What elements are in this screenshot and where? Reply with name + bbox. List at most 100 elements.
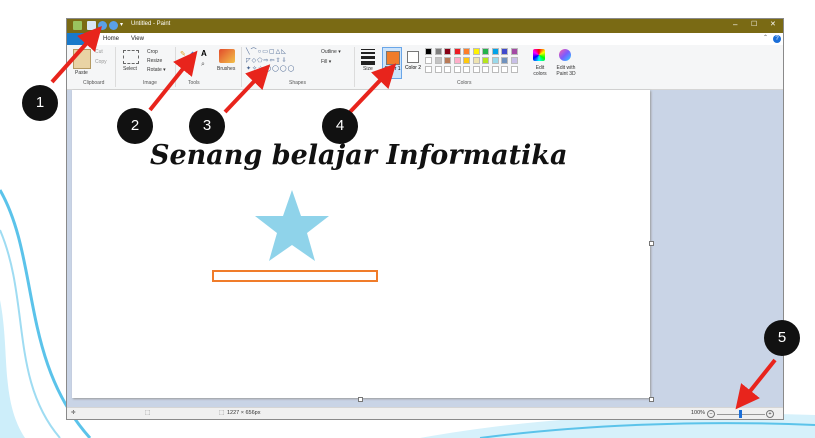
palette-swatch[interactable] [482, 57, 489, 64]
zoom-in-button[interactable]: + [766, 410, 774, 418]
edit-colors-button[interactable]: Edit colors [529, 65, 551, 77]
group-divider [241, 47, 242, 87]
palette-swatch[interactable] [425, 57, 432, 64]
callout-marker-1: 1 [22, 85, 58, 121]
resize-handle[interactable] [649, 397, 654, 402]
callout-marker-4: 4 [322, 108, 358, 144]
brushes-icon[interactable] [219, 49, 235, 63]
paint3d-icon[interactable] [559, 49, 571, 61]
palette-swatch[interactable] [510, 48, 518, 55]
zoom-out-button[interactable]: − [707, 410, 715, 418]
group-divider [175, 47, 176, 87]
fill-bucket-icon[interactable]: ◆ [190, 50, 195, 58]
select-button[interactable]: Select [123, 66, 137, 72]
redo-icon[interactable] [109, 21, 118, 30]
palette-swatch[interactable] [472, 57, 480, 64]
ribbon: Paste Cut Copy Clipboard Select Crop Res… [67, 45, 783, 90]
pencil-icon[interactable]: ✎ [180, 50, 186, 58]
collapse-ribbon-icon[interactable]: ⌃ [763, 34, 768, 41]
maximize-button[interactable]: ☐ [751, 20, 757, 28]
palette-swatch[interactable] [491, 57, 499, 64]
rectangle-shape [212, 270, 378, 282]
rotate-button[interactable]: Rotate ▾ [147, 67, 166, 73]
cut-button[interactable]: Cut [95, 49, 103, 55]
clipboard-group-label: Clipboard [83, 80, 105, 86]
group-divider [115, 47, 116, 87]
status-bar: ✛ ⬚ ⬚ 1227 × 656px 100% − + [67, 407, 783, 419]
palette-swatch[interactable] [463, 48, 470, 55]
color-picker-icon[interactable]: ⚲ [190, 61, 195, 69]
palette-swatch-empty[interactable] [510, 66, 518, 73]
color1-label: Color 1 [384, 66, 401, 72]
palette-swatch-empty[interactable] [472, 66, 480, 73]
color2-label: Color 2 [404, 65, 422, 71]
palette-swatch-empty[interactable] [463, 66, 470, 73]
close-button[interactable]: ✕ [770, 20, 776, 28]
color1-button[interactable]: Color 1 [382, 47, 402, 79]
size-button[interactable]: Size [363, 66, 373, 72]
magnifier-icon[interactable]: ⌕ [201, 61, 205, 69]
select-icon[interactable] [123, 50, 139, 64]
palette-swatch[interactable] [453, 48, 461, 55]
star-shape [255, 190, 329, 261]
palette-swatch-empty[interactable] [444, 66, 451, 73]
palette-swatch[interactable] [434, 48, 442, 55]
callout-marker-3: 3 [189, 108, 225, 144]
save-icon[interactable] [87, 21, 96, 30]
palette-swatch[interactable] [472, 48, 480, 55]
palette-swatch[interactable] [453, 57, 461, 64]
resize-handle[interactable] [649, 241, 654, 246]
undo-icon[interactable] [98, 21, 107, 30]
minimize-button[interactable]: – [733, 20, 737, 29]
text-tool-icon[interactable]: A [201, 49, 207, 58]
shapes-gallery[interactable]: ╲⌒○▭▢△◺ ◸◇⬠⇨⇦⇧⇩ ✦✧☆◯◯◯◯ [246, 48, 318, 76]
shapes-group-label: Shapes [289, 80, 306, 86]
palette-swatch[interactable] [482, 48, 489, 55]
palette-swatch-empty[interactable] [453, 66, 461, 73]
canvas-area: Senang belajar Informatika [67, 90, 783, 407]
palette-swatch-empty[interactable] [425, 66, 432, 73]
color2-swatch [407, 51, 419, 63]
palette-swatch-empty[interactable] [482, 66, 489, 73]
outline-button[interactable]: Outline ▾ [321, 49, 341, 55]
canvas-size-icon: ⬚ [219, 410, 225, 416]
color1-swatch [386, 51, 400, 65]
paste-button[interactable]: Paste [75, 70, 88, 76]
tools-group-label: Tools [188, 80, 200, 86]
drawing-canvas[interactable]: Senang belajar Informatika [72, 90, 650, 398]
tab-view[interactable]: View [131, 33, 144, 45]
copy-button[interactable]: Copy [95, 59, 107, 65]
zoom-level: 100% [691, 410, 706, 416]
paste-icon[interactable] [73, 49, 91, 69]
palette-swatch-empty[interactable] [434, 66, 442, 73]
resize-handle[interactable] [358, 397, 363, 402]
brushes-button[interactable]: Brushes [217, 66, 235, 72]
canvas-headline-text: Senang belajar Informatika [150, 140, 568, 171]
size-icon[interactable] [361, 49, 375, 65]
palette-swatch[interactable] [501, 48, 508, 55]
palette-swatch-empty[interactable] [501, 66, 508, 73]
fill-button[interactable]: Fill ▾ [321, 59, 331, 65]
color2-button[interactable]: Color 2 [404, 47, 422, 79]
edit-paint3d-button[interactable]: Edit with Paint 3D [551, 65, 581, 77]
palette-swatch[interactable] [425, 48, 432, 55]
palette-swatch[interactable] [444, 48, 451, 55]
edit-colors-icon[interactable] [533, 49, 545, 61]
zoom-slider-thumb[interactable] [739, 410, 742, 418]
tab-file[interactable] [67, 33, 95, 45]
palette-swatch[interactable] [501, 57, 508, 64]
palette-swatch[interactable] [434, 57, 442, 64]
resize-button[interactable]: Resize [147, 58, 162, 64]
tab-home[interactable]: Home [103, 33, 119, 45]
eraser-icon[interactable]: ▬ [180, 61, 187, 68]
palette-swatch[interactable] [491, 48, 499, 55]
palette-swatch[interactable] [444, 57, 451, 64]
quick-access-dropdown-icon[interactable]: ▾ [120, 21, 123, 28]
palette-swatch[interactable] [463, 57, 470, 64]
group-divider [354, 47, 355, 87]
crop-button[interactable]: Crop [147, 49, 158, 55]
help-icon[interactable]: ? [773, 35, 781, 43]
palette-swatch-empty[interactable] [491, 66, 499, 73]
palette-swatch[interactable] [510, 57, 518, 64]
color-palette [425, 48, 529, 78]
